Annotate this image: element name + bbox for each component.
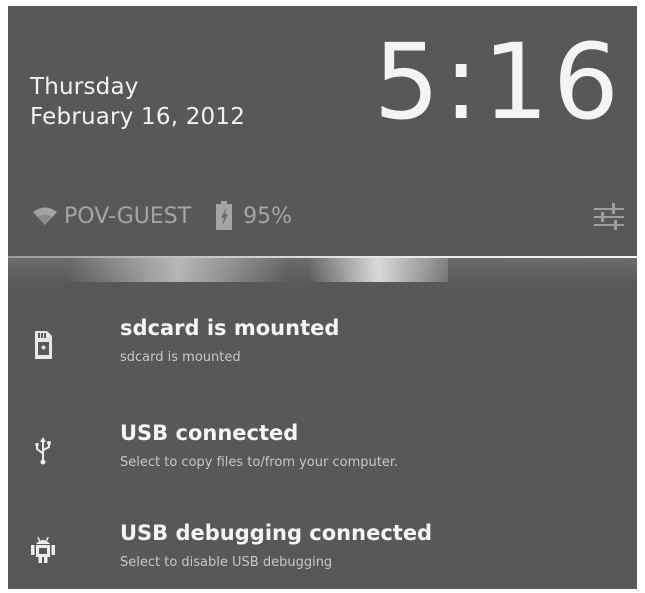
date-block: Thursday February 16, 2012: [30, 72, 245, 132]
notification-usb-connected[interactable]: USB connected Select to copy files to/fr…: [8, 411, 637, 511]
date-label: February 16, 2012: [30, 104, 246, 130]
clock: 5:16: [373, 22, 623, 142]
battery-percent: 95%: [243, 203, 293, 229]
notification-sdcard[interactable]: sdcard is mounted sdcard is mounted: [8, 306, 637, 406]
notification-title: sdcard is mounted: [120, 316, 340, 340]
clock-minutes: 16: [482, 21, 623, 143]
android-icon: [31, 536, 55, 563]
notification-subtitle: sdcard is mounted: [120, 350, 241, 365]
usb-icon: [35, 437, 51, 465]
quick-settings-button[interactable]: [589, 196, 629, 236]
notification-subtitle: Select to disable USB debugging: [120, 555, 333, 570]
status-row: POV-GUEST 95%: [32, 198, 637, 234]
notification-usb-debugging[interactable]: USB debugging connected Select to disabl…: [8, 511, 637, 589]
settings-sliders-icon: [594, 203, 624, 230]
sdcard-icon: [35, 331, 52, 359]
battery-icon: [216, 201, 233, 230]
header-separator: [8, 256, 637, 282]
notification-title: USB debugging connected: [120, 521, 433, 545]
weekday-label: Thursday: [30, 74, 139, 100]
clock-separator: :: [443, 21, 483, 143]
notification-shade: Thursday February 16, 2012 5:16 POV-GUES…: [8, 6, 637, 589]
notification-subtitle: Select to copy files to/from your comput…: [120, 455, 399, 470]
clock-hours: 5: [373, 21, 444, 143]
notification-title: USB connected: [120, 421, 299, 445]
network-name: POV-GUEST: [64, 203, 192, 229]
wifi-icon: [33, 207, 57, 225]
